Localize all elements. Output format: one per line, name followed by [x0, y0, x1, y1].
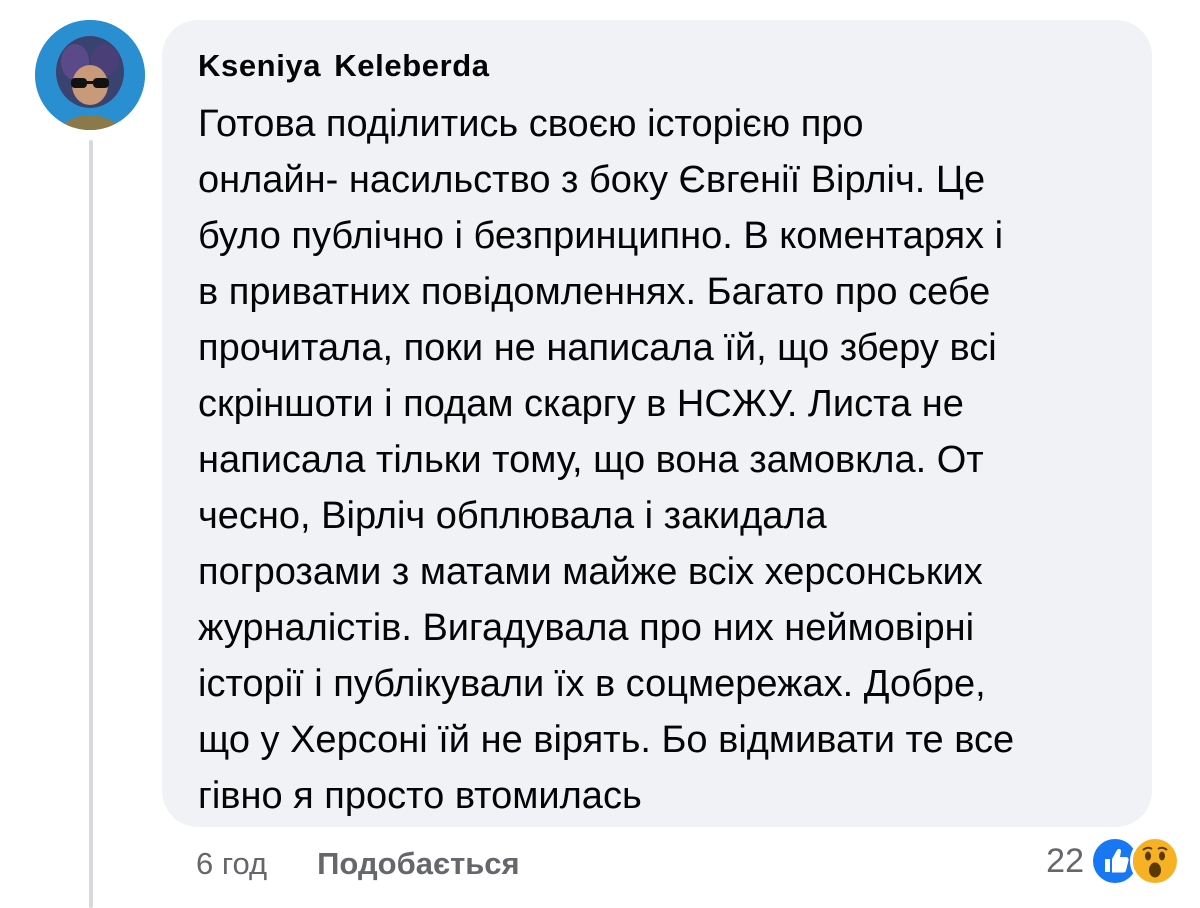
comment-line: Готова поділитись своєю історією про [198, 103, 864, 145]
comment-line: прочитала, поки не написала їй, що зберу… [198, 327, 997, 369]
comment-bubble: Kseniya Keleberda Готова поділитись своє… [162, 20, 1152, 827]
comment-line: було публічно і безпринципно. В коментар… [198, 215, 1004, 257]
comment-line: в приватних повідомленнях. Багато про се… [198, 271, 991, 313]
comment-timestamp[interactable]: 6 год [196, 846, 267, 882]
comment-line: що у Херсоні їй не вірять. Бо відмивати … [198, 719, 1015, 761]
comment-line: чесно, Вірліч обплювала і закидала [198, 495, 827, 537]
comment-actions: 6 год Подобається [196, 842, 520, 886]
comment-line: написала тільки тому, що вона замовкла. … [198, 439, 984, 481]
like-button[interactable]: Подобається [317, 846, 520, 882]
comment-author[interactable]: Kseniya Keleberda [198, 46, 1120, 86]
comment-line: журналістів. Вигадувала про них неймовір… [198, 607, 975, 649]
comment-line: історії і публікували їх в соцмережах. Д… [198, 663, 986, 705]
wow-icon [1130, 836, 1180, 886]
reaction-summary[interactable]: 22 [1046, 836, 1180, 886]
comment-line: гівно я просто втомилась [198, 775, 642, 817]
comment-line: погрозами з матами майже всіх херсонськи… [198, 551, 983, 593]
avatar[interactable] [35, 20, 145, 130]
comment-line: онлайн- насильство з боку Євгенії Вірліч… [198, 159, 986, 201]
comment-line: скріншоти і подам скаргу в НСЖУ. Листа н… [198, 383, 964, 425]
comment-text: Готова поділитись своєю історією про онл… [198, 96, 1120, 824]
reaction-count[interactable]: 22 [1046, 842, 1084, 881]
thread-line [89, 140, 93, 908]
